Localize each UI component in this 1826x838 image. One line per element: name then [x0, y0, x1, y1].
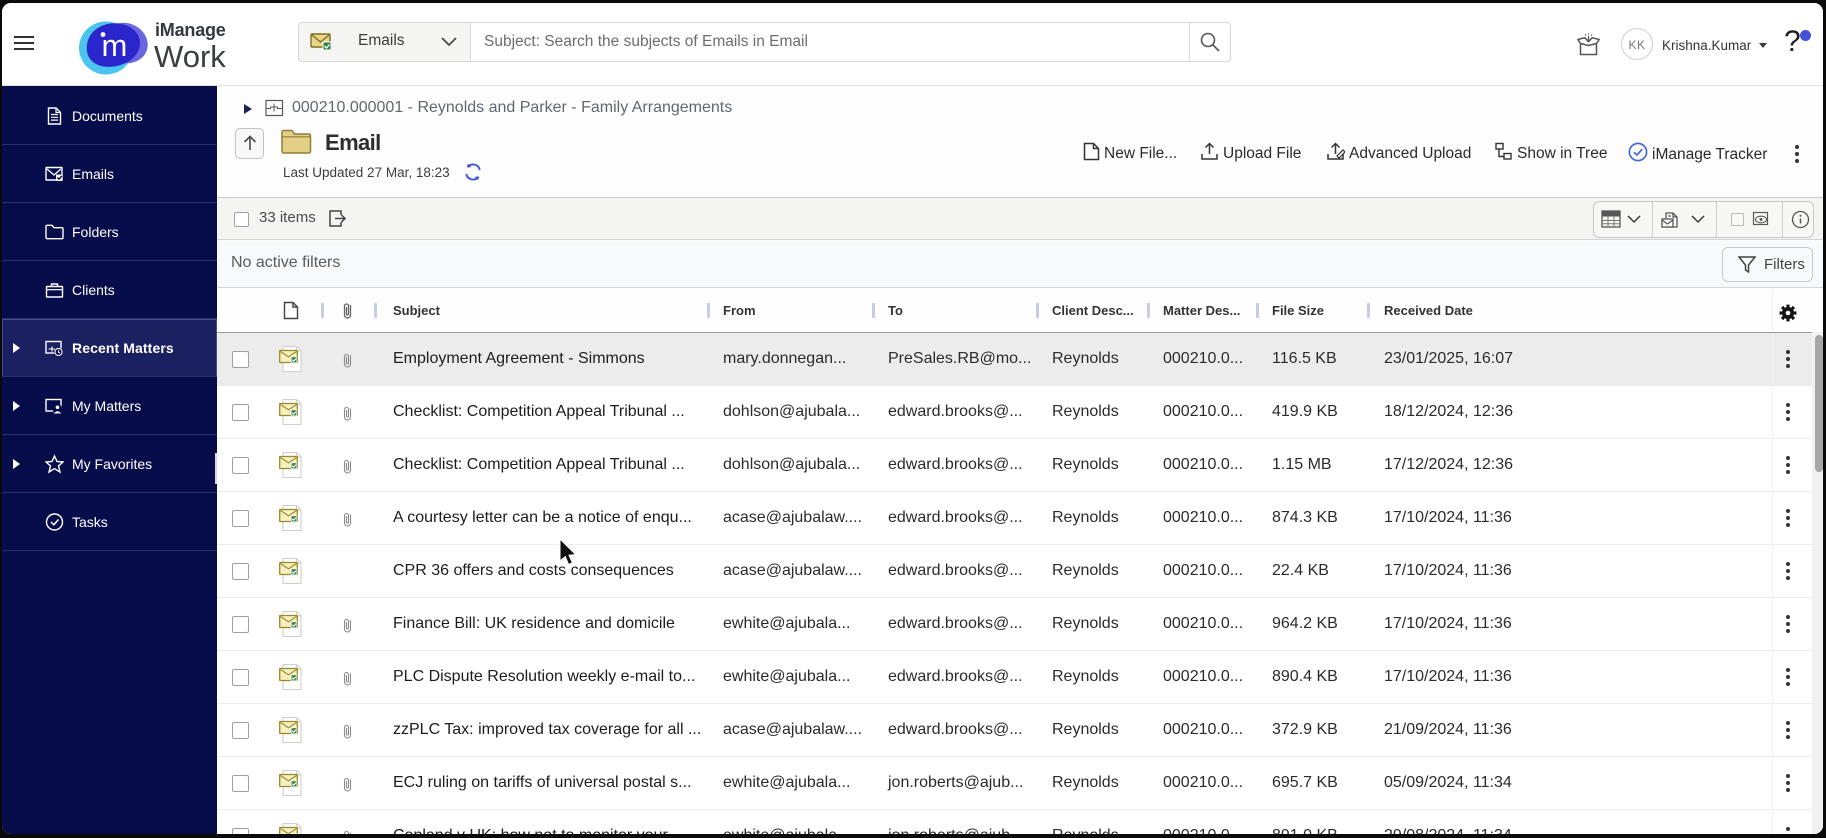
svg-text:m: m [102, 28, 128, 63]
